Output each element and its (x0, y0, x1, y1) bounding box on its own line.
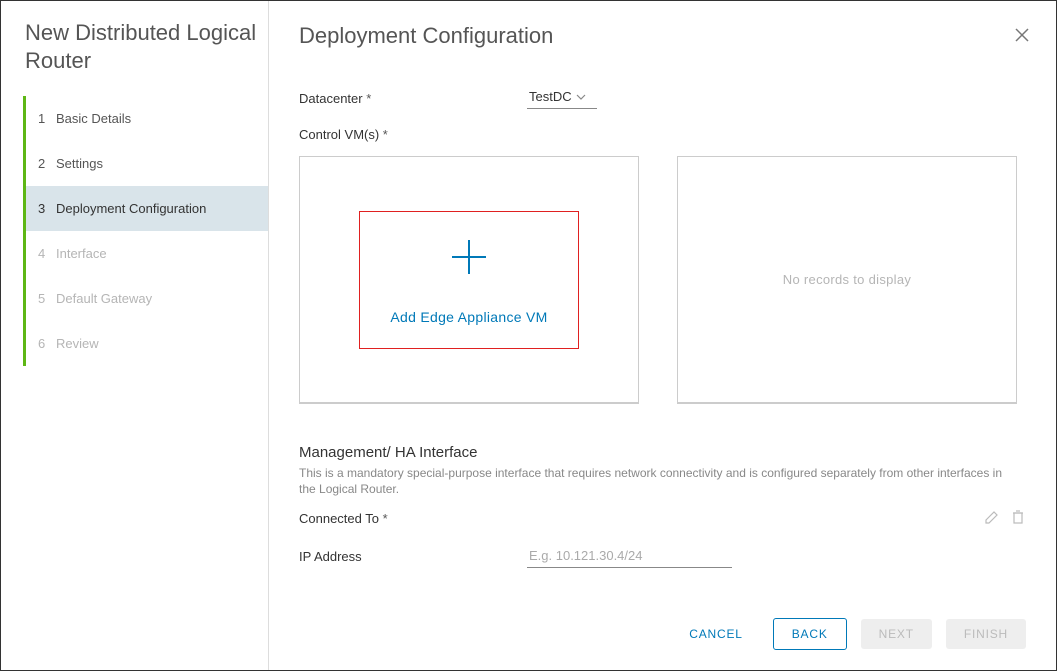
chevron-down-icon (576, 92, 586, 102)
finish-button: FINISH (946, 619, 1026, 649)
delete-icon[interactable] (1010, 509, 1026, 528)
edit-icon[interactable] (984, 509, 1000, 528)
wizard-title: New Distributed Logical Router (1, 19, 268, 96)
step-deployment-configuration[interactable]: 3 Deployment Configuration (26, 186, 268, 231)
wizard-sidebar: New Distributed Logical Router 1 Basic D… (1, 1, 269, 670)
connected-to-label: Connected To (299, 511, 527, 526)
step-basic-details[interactable]: 1 Basic Details (26, 96, 268, 141)
datacenter-label: Datacenter (299, 91, 527, 106)
main-content: Deployment Configuration Datacenter Test… (269, 1, 1056, 670)
next-button: NEXT (861, 619, 932, 649)
step-review: 6 Review (26, 321, 268, 366)
cancel-button[interactable]: CANCEL (673, 619, 758, 649)
control-vms-label: Control VM(s) (299, 127, 1026, 142)
ip-address-row: IP Address (299, 544, 1026, 568)
datacenter-row: Datacenter TestDC (299, 87, 1026, 109)
step-default-gateway: 5 Default Gateway (26, 276, 268, 321)
step-label: Review (56, 336, 99, 351)
step-number: 5 (38, 291, 56, 306)
step-label: Basic Details (56, 111, 131, 126)
back-button[interactable]: BACK (773, 618, 847, 650)
step-number: 3 (38, 201, 56, 216)
step-number: 2 (38, 156, 56, 171)
step-label: Default Gateway (56, 291, 152, 306)
connected-to-actions (984, 509, 1026, 528)
datacenter-value: TestDC (529, 89, 572, 104)
ha-interface-heading: Management/ HA Interface (299, 444, 1026, 461)
ip-address-label: IP Address (299, 549, 527, 564)
wizard-footer: CANCEL BACK NEXT FINISH (299, 594, 1026, 650)
page-title: Deployment Configuration (299, 23, 1026, 49)
step-label: Settings (56, 156, 103, 171)
control-vms-cards: Add Edge Appliance VM No records to disp… (299, 156, 1026, 404)
step-settings[interactable]: 2 Settings (26, 141, 268, 186)
connected-to-row: Connected To (299, 509, 1026, 528)
close-icon[interactable] (1014, 27, 1030, 46)
add-vm-card: Add Edge Appliance VM (299, 156, 639, 404)
step-label: Interface (56, 246, 107, 261)
step-interface: 4 Interface (26, 231, 268, 276)
plus-icon (446, 234, 492, 283)
step-number: 4 (38, 246, 56, 261)
ip-address-input[interactable] (527, 544, 732, 568)
wizard-steps: 1 Basic Details 2 Settings 3 Deployment … (23, 96, 268, 366)
add-vm-label: Add Edge Appliance VM (390, 309, 547, 325)
modal-dialog: New Distributed Logical Router 1 Basic D… (0, 0, 1057, 671)
empty-vm-card: No records to display (677, 156, 1017, 404)
ha-interface-description: This is a mandatory special-purpose inte… (299, 465, 1019, 497)
add-edge-appliance-button[interactable]: Add Edge Appliance VM (359, 211, 579, 349)
datacenter-select[interactable]: TestDC (527, 87, 597, 109)
step-label: Deployment Configuration (56, 201, 206, 216)
step-number: 1 (38, 111, 56, 126)
no-records-text: No records to display (783, 272, 911, 287)
step-number: 6 (38, 336, 56, 351)
